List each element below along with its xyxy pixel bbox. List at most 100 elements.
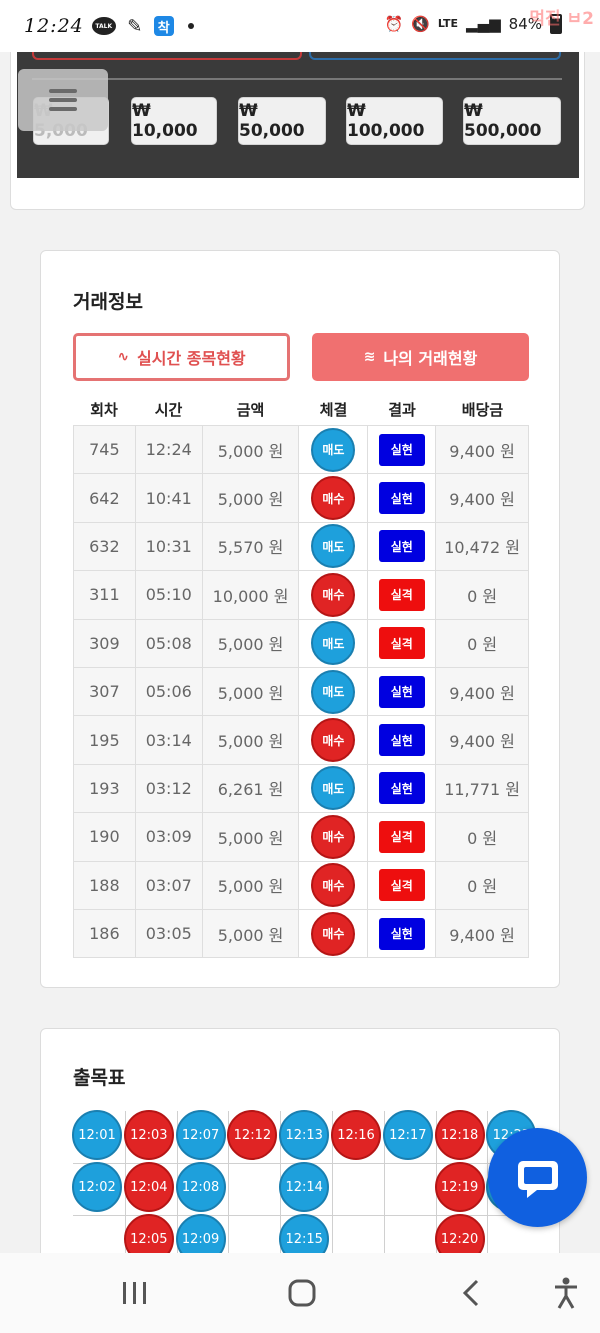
- schedule-grid: 12:01 12:02 12:03 12:04 12:05 12:07 12:08 12:09…: [72, 1110, 537, 1267]
- cell-time: 12:24: [134, 424, 203, 475]
- col-time: 시간: [154, 401, 183, 419]
- cell-amount: 5,570 원: [201, 521, 300, 572]
- cell-round: 307: [73, 666, 136, 717]
- network-type: LTE: [437, 17, 459, 30]
- realized-badge: 실현: [378, 482, 425, 515]
- table-row: 193 03:12 6,261 원 매도 실현 11,771 원: [73, 763, 529, 814]
- cell-result: 실현: [367, 763, 437, 814]
- cell-execution: 매수: [298, 908, 369, 959]
- chat-button[interactable]: [488, 1128, 587, 1227]
- list-icon: ≋: [363, 349, 376, 365]
- table-row: 190 03:09 5,000 원 매수 실격 0 원: [73, 812, 529, 862]
- screen: 12:24 TALK ✎ 착 ⏰ 🔇 LTE ▂▄▆ 84% 먹진 ㅂ2 ₩ 5…: [0, 0, 600, 1333]
- table-row: 188 03:07 5,000 원 매수 실격 0 원: [73, 860, 529, 910]
- realized-badge: 실현: [378, 917, 425, 950]
- cell-result: 실현: [367, 521, 437, 572]
- cell-result: 실현: [367, 666, 437, 717]
- schedule-ball: 12:07: [175, 1110, 226, 1160]
- schedule-ball: 12:19: [434, 1162, 485, 1212]
- trade-info-card: 거래정보 ∿ 실시간 종목현황 ≋ 나의 거래현황 회차 시간 금액 체결 결과…: [40, 250, 560, 988]
- sell-badge: 매도: [311, 524, 356, 569]
- cell-execution: 매도: [298, 521, 369, 572]
- schedule-ball: 12:14: [279, 1162, 330, 1212]
- cell-round: 190: [73, 812, 136, 862]
- cell-result: 실격: [367, 860, 437, 910]
- table-row: 195 03:14 5,000 원 매수 실현 9,400 원: [73, 715, 529, 765]
- buy-badge: 매수: [311, 476, 356, 521]
- cell-result: 실현: [367, 715, 437, 765]
- cell-payout: 9,400 원: [435, 666, 529, 717]
- back-icon[interactable]: [456, 1273, 486, 1313]
- pen-icon: ✎: [127, 15, 143, 37]
- cell-round: 311: [73, 570, 136, 620]
- cell-amount: 6,261 원: [201, 763, 300, 814]
- cell-result: 실현: [367, 473, 437, 523]
- cell-execution: 매도: [298, 618, 369, 668]
- cell-payout: 9,400 원: [435, 424, 529, 475]
- cell-payout: 0 원: [435, 570, 529, 620]
- watermark: 먹진 ㅂ2: [529, 9, 594, 29]
- home-icon[interactable]: [284, 1273, 320, 1313]
- cell-round: 188: [73, 860, 136, 910]
- menu-icon[interactable]: [18, 69, 108, 131]
- cell-amount: 5,000 원: [201, 715, 300, 765]
- kakaotalk-icon: TALK: [91, 17, 116, 35]
- cell-time: 03:05: [134, 908, 203, 959]
- cell-payout: 10,472 원: [435, 521, 529, 572]
- cell-round: 195: [73, 715, 136, 765]
- lost-badge: 실격: [378, 820, 425, 853]
- realized-badge: 실현: [378, 724, 425, 757]
- col-round: 회차: [90, 401, 118, 419]
- sell-badge: 매도: [311, 766, 356, 811]
- cell-time: 03:09: [134, 812, 203, 862]
- col-execution: 체결: [319, 401, 348, 419]
- accessibility-icon[interactable]: [550, 1273, 582, 1313]
- tab-my-trades[interactable]: ≋ 나의 거래현황: [312, 333, 529, 381]
- col-payout: 배당금: [461, 401, 504, 419]
- realized-badge: 실현: [378, 530, 425, 563]
- sell-badge: 매도: [311, 427, 356, 472]
- cell-amount: 5,000 원: [201, 860, 300, 910]
- signal-icon: ▂▄▆: [466, 15, 501, 33]
- cell-time: 05:08: [134, 618, 203, 668]
- recent-apps-icon[interactable]: [118, 1273, 152, 1313]
- chat-icon: [517, 1160, 558, 1198]
- cell-amount: 5,000 원: [201, 424, 300, 475]
- cell-payout: 9,400 원: [435, 473, 529, 523]
- cell-round: 309: [73, 618, 136, 668]
- amount-button-500000[interactable]: ₩ 500,000: [463, 97, 561, 145]
- trade-table: 745 12:24 5,000 원 매도 실현 9,400 원 642 10:41 5,000 …: [73, 424, 529, 959]
- cell-round: 642: [73, 473, 136, 523]
- table-row: 632 10:31 5,570 원 매도 실현 10,472 원: [73, 521, 529, 572]
- tab-live-status[interactable]: ∿ 실시간 종목현황: [73, 333, 290, 381]
- cell-time: 10:41: [134, 473, 203, 523]
- buy-badge: 매수: [311, 572, 356, 617]
- amount-button-50000[interactable]: ₩ 50,000: [238, 97, 326, 145]
- cell-execution: 매수: [298, 570, 369, 620]
- cell-result: 실현: [367, 424, 437, 475]
- table-row: 309 05:08 5,000 원 매도 실격 0 원: [73, 618, 529, 668]
- realized-badge: 실현: [378, 675, 425, 708]
- cell-round: 186: [73, 908, 136, 959]
- cell-execution: 매수: [298, 812, 369, 862]
- cell-time: 03:14: [134, 715, 203, 765]
- amount-button-10000[interactable]: ₩ 10,000: [131, 97, 217, 145]
- cell-round: 193: [73, 763, 136, 814]
- cell-execution: 매수: [298, 473, 369, 523]
- buy-badge: 매수: [311, 911, 356, 956]
- schedule-ball: 12:12: [227, 1110, 278, 1160]
- alarm-icon: ⏰: [384, 15, 404, 33]
- amount-button-100000[interactable]: ₩ 100,000: [346, 97, 443, 145]
- cell-execution: 매수: [298, 860, 369, 910]
- cell-result: 실현: [367, 908, 437, 959]
- schedule-ball: 12:08: [175, 1162, 226, 1212]
- sell-badge: 매도: [311, 621, 356, 666]
- cell-payout: 9,400 원: [435, 908, 529, 959]
- cell-payout: 9,400 원: [435, 715, 529, 765]
- status-bar: 12:24 TALK ✎ 착 ⏰ 🔇 LTE ▂▄▆ 84%: [0, 0, 600, 52]
- buy-badge: 매수: [311, 814, 356, 859]
- buy-badge: 매수: [311, 863, 356, 908]
- pulse-icon: ∿: [117, 349, 130, 365]
- table-row: 186 03:05 5,000 원 매수 실현 9,400 원: [73, 908, 529, 959]
- schedule-ball: 12:13: [279, 1110, 330, 1160]
